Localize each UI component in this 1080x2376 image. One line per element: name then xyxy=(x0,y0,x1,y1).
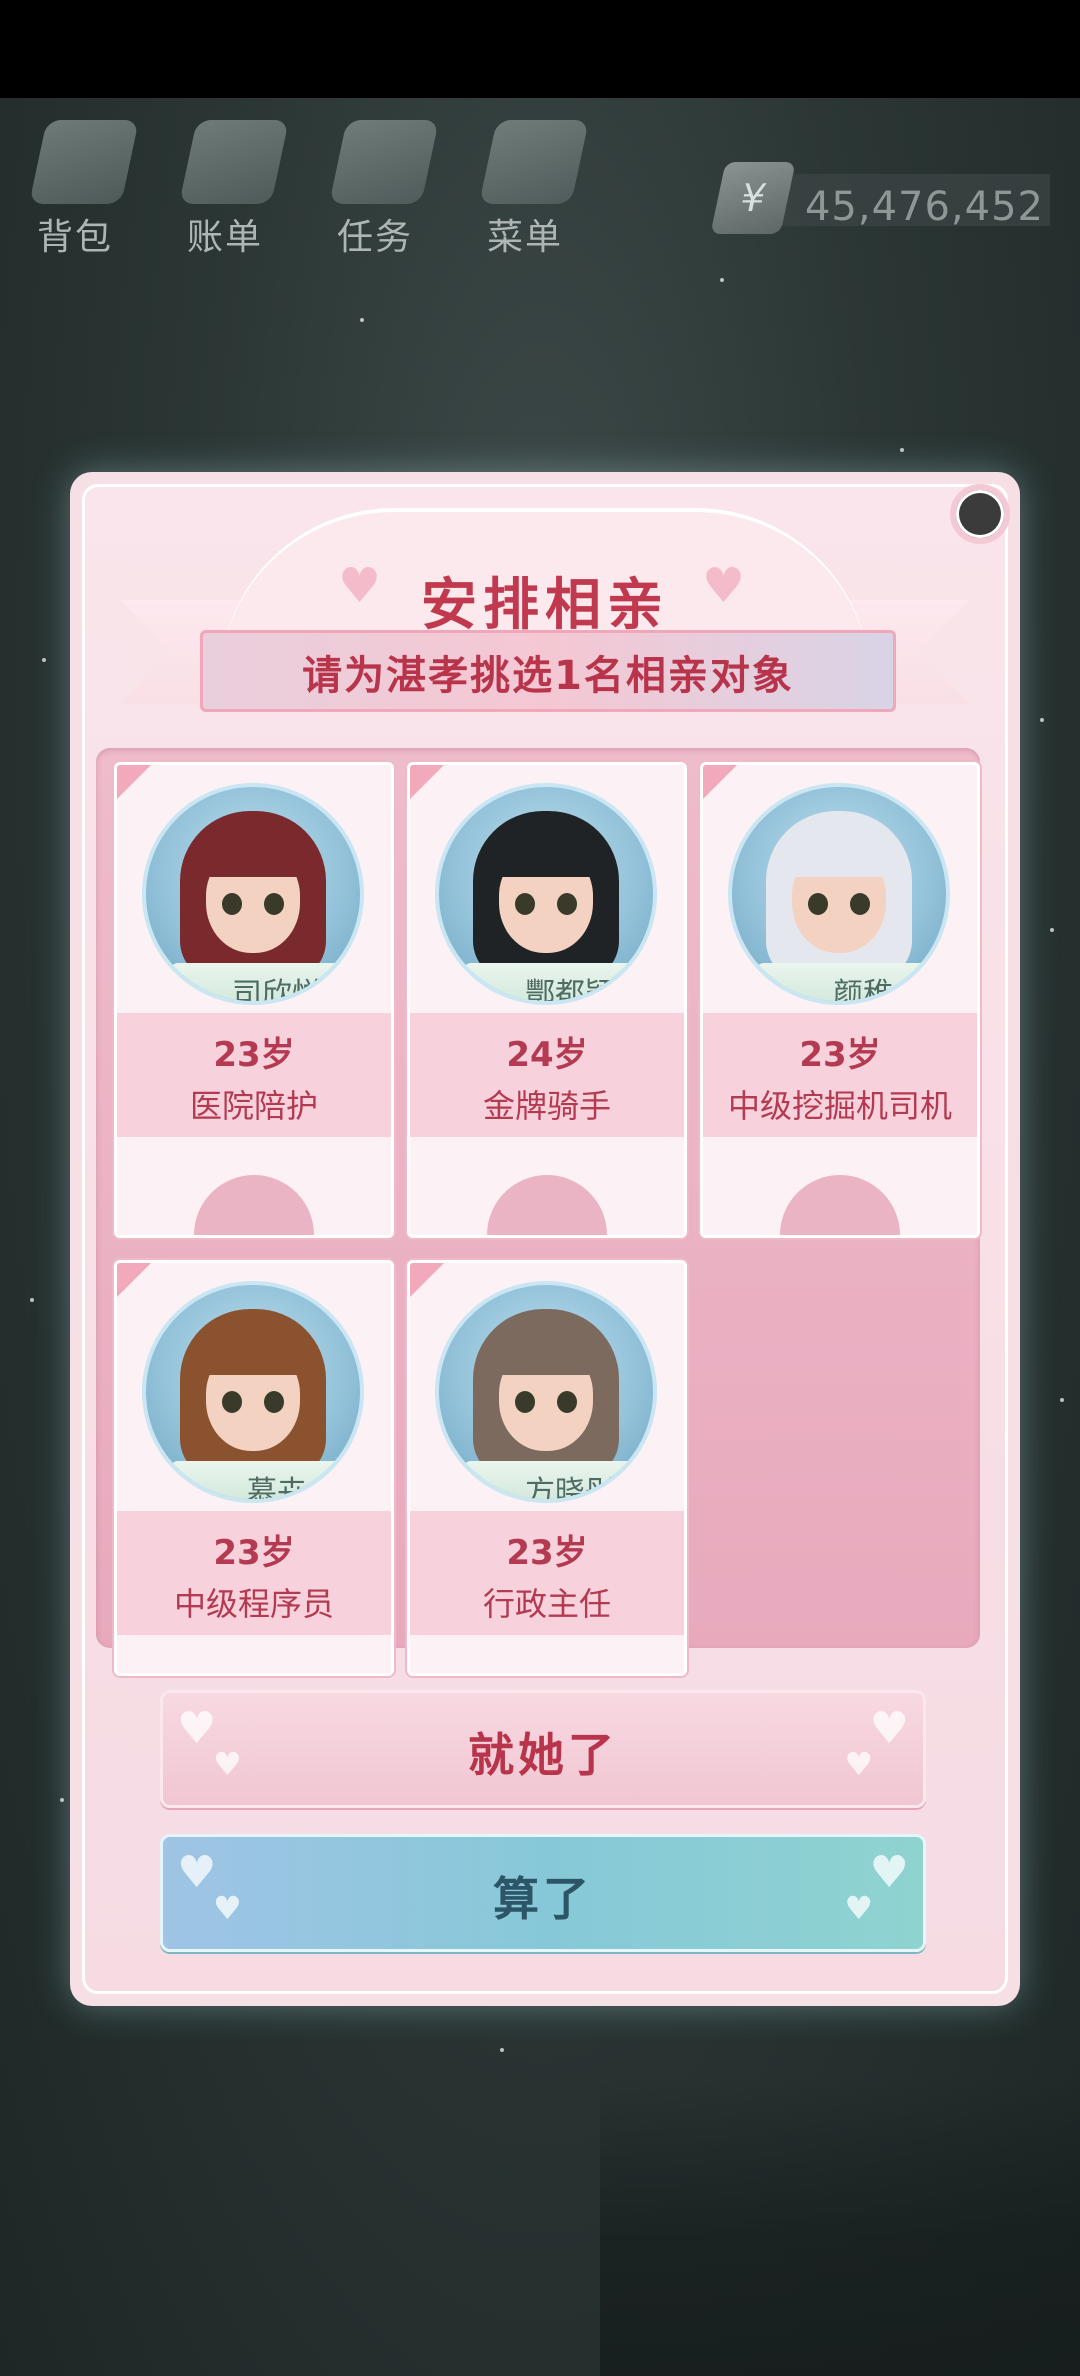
hud-bag-button[interactable]: 背包 xyxy=(10,110,140,260)
card-notch xyxy=(487,1175,607,1235)
candidate-card[interactable]: 司欣悦 23岁 医院陪护 xyxy=(114,762,394,1238)
matchmaking-dialog: 安排相亲 ♥ ♥ 请为湛孝挑选1名相亲对象 司欣悦 23岁 医院陪护 酆都颖 2… xyxy=(70,472,1020,2006)
info-band: 24岁 金牌骑手 xyxy=(410,1013,684,1137)
candidate-name: 司欣悦 xyxy=(232,977,322,1005)
card-corner xyxy=(117,1263,151,1297)
avatar-bangs xyxy=(491,833,601,877)
avatar-bangs xyxy=(198,1331,308,1375)
avatar-bangs xyxy=(198,833,308,877)
top-hud: 背包 账单 任务 菜单 45,476,452 ¥ xyxy=(0,98,1080,268)
info-band: 23岁 医院陪护 xyxy=(117,1013,391,1137)
candidate-job: 中级程序员 xyxy=(173,1585,334,1623)
hud-task-label: 任务 xyxy=(336,217,413,258)
candidate-name: 方晓彤 xyxy=(525,1475,615,1503)
menu-icon xyxy=(479,120,589,204)
candidate-job: 金牌骑手 xyxy=(482,1087,611,1125)
name-plate: 司欣悦 xyxy=(170,963,360,1005)
bag-icon xyxy=(29,120,139,204)
name-plate: 慕卉 xyxy=(170,1461,360,1503)
cancel-label: 算了 xyxy=(493,1872,593,1926)
dialog-subtitle: 请为湛孝挑选1名相亲对象 xyxy=(302,653,794,699)
candidate-age: 23岁 xyxy=(213,1533,295,1573)
candidate-name: 酆都颖 xyxy=(525,977,615,1005)
candidate-card[interactable]: 颜稚 23岁 中级挖掘机司机 xyxy=(700,762,980,1238)
candidate-name: 慕卉 xyxy=(247,1475,307,1503)
card-notch xyxy=(780,1175,900,1235)
name-plate: 颜稚 xyxy=(756,963,946,1005)
card-corner xyxy=(410,1263,444,1297)
avatar-bangs xyxy=(784,833,894,877)
avatar-bangs xyxy=(491,1331,601,1375)
avatar: 方晓彤 xyxy=(435,1281,657,1503)
candidate-card[interactable]: 酆都颖 24岁 金牌骑手 xyxy=(407,762,687,1238)
bill-icon xyxy=(179,120,289,204)
money-bar: 45,476,452 xyxy=(768,174,1050,230)
hud-menu-label: 菜单 xyxy=(486,217,563,258)
name-plate: 方晓彤 xyxy=(463,1461,653,1503)
avatar: 司欣悦 xyxy=(142,783,364,1005)
candidate-card[interactable]: 方晓彤 23岁 行政主任 xyxy=(407,1260,687,1676)
candidate-job: 中级挖掘机司机 xyxy=(727,1087,952,1125)
card-corner xyxy=(703,765,737,799)
confirm-label: 就她了 xyxy=(468,1728,618,1782)
task-icon xyxy=(329,120,439,204)
city-skyline xyxy=(600,2078,1080,2376)
heart-icon: ♥ xyxy=(702,558,746,614)
avatar: 酆都颖 xyxy=(435,783,657,1005)
dialog-title: 安排相亲 xyxy=(421,573,669,638)
card-corner xyxy=(410,765,444,799)
name-plate: 酆都颖 xyxy=(463,963,653,1005)
candidate-card[interactable]: 慕卉 23岁 中级程序员 xyxy=(114,1260,394,1676)
candidate-grid: 司欣悦 23岁 医院陪护 酆都颖 24岁 金牌骑手 颜稚 23岁 中级挖掘机司机… xyxy=(96,748,980,1676)
status-bar xyxy=(0,0,1080,98)
close-button[interactable] xyxy=(950,484,1010,544)
candidate-name: 颜稚 xyxy=(833,977,893,1005)
card-corner xyxy=(117,765,151,799)
candidate-age: 23岁 xyxy=(213,1035,295,1075)
info-band: 23岁 行政主任 xyxy=(410,1511,684,1635)
candidate-job: 行政主任 xyxy=(482,1585,611,1623)
avatar: 慕卉 xyxy=(142,1281,364,1503)
confirm-button[interactable]: ♥ ♥ ♥ ♥ 就她了 xyxy=(160,1690,926,1808)
cancel-button[interactable]: ♥ ♥ ♥ ♥ 算了 xyxy=(160,1834,926,1952)
hud-bag-label: 背包 xyxy=(36,217,113,258)
money-display: 45,476,452 ¥ xyxy=(700,160,1050,240)
card-notch xyxy=(194,1175,314,1235)
heart-icon: ♥ xyxy=(338,558,382,614)
candidate-age: 23岁 xyxy=(506,1533,588,1573)
hud-menu-button[interactable]: 菜单 xyxy=(460,110,590,260)
candidate-age: 23岁 xyxy=(799,1035,881,1075)
info-band: 23岁 中级挖掘机司机 xyxy=(703,1013,977,1137)
money-value: 45,476,452 xyxy=(804,184,1044,230)
hud-bill-label: 账单 xyxy=(186,217,263,258)
candidate-age: 24岁 xyxy=(506,1035,588,1075)
hud-task-button[interactable]: 任务 xyxy=(310,110,440,260)
avatar: 颜稚 xyxy=(728,783,950,1005)
candidate-job: 医院陪护 xyxy=(189,1087,318,1125)
hud-bill-button[interactable]: 账单 xyxy=(160,110,290,260)
subtitle-box: 请为湛孝挑选1名相亲对象 xyxy=(200,630,896,712)
info-band: 23岁 中级程序员 xyxy=(117,1511,391,1635)
